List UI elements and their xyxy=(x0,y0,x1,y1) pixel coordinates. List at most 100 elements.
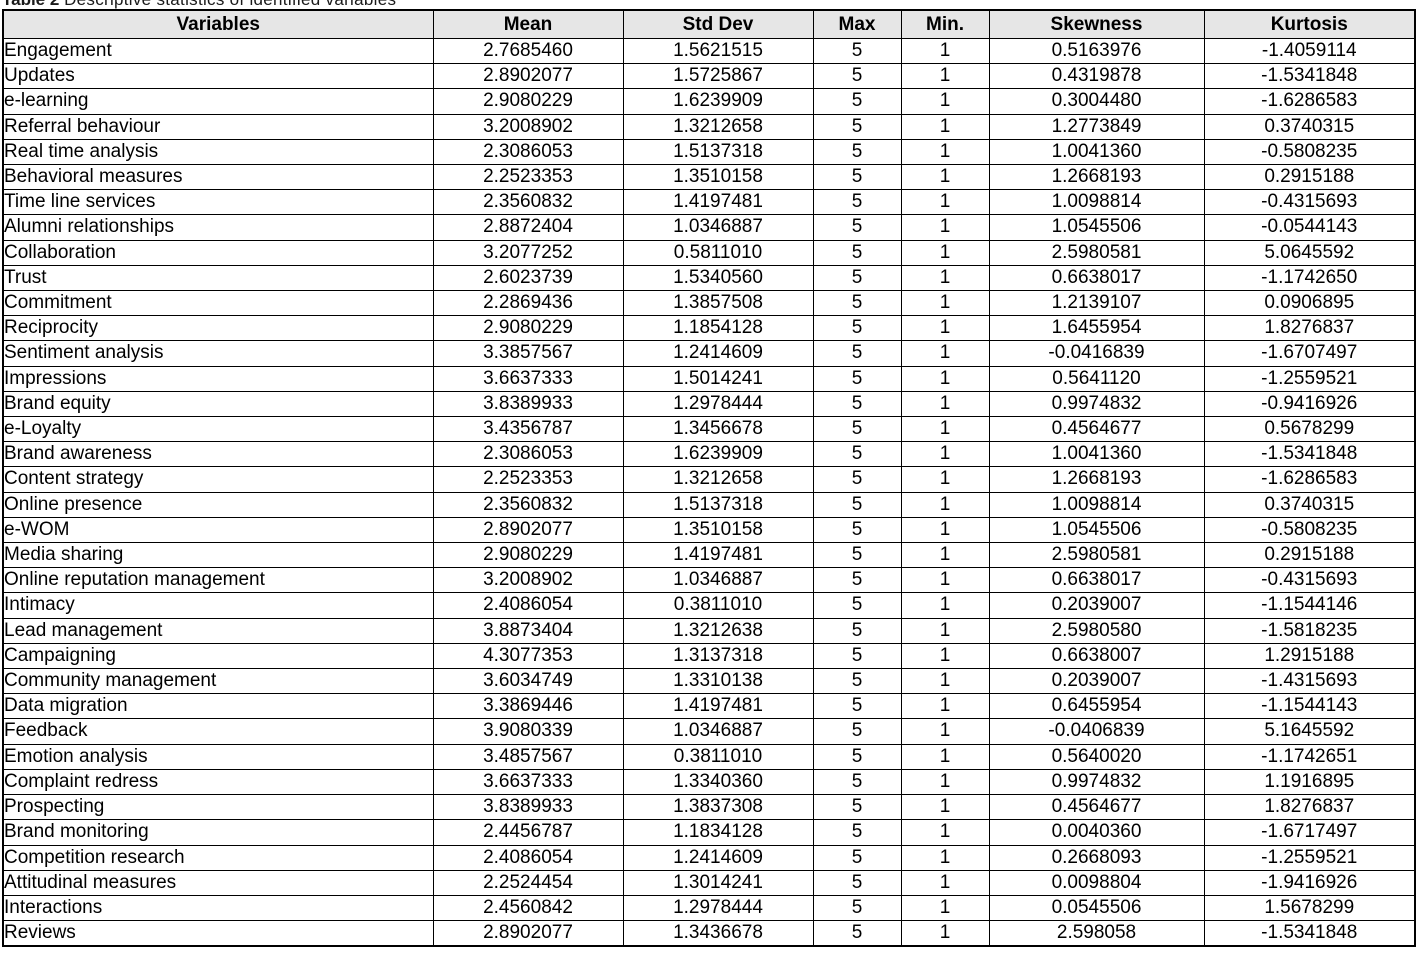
skewness-value: 1.2668193 xyxy=(988,164,1205,191)
skewness-value: 1.0545506 xyxy=(988,516,1205,544)
table-row: Emotion analysis 3.4857567 0.3811010 5 1 0.56… xyxy=(2,743,1416,770)
max-value: 5 xyxy=(812,365,902,392)
kurtosis-value: -0.9416926 xyxy=(1203,390,1416,418)
min-value: 1 xyxy=(900,819,990,846)
max-value: 5 xyxy=(812,920,902,947)
std-dev-value: 1.0346887 xyxy=(622,567,814,594)
skewness-value: 2.5980581 xyxy=(988,542,1205,569)
table-row: Intimacy 2.4086054 0.3811010 5 1 0.2039007 -1.… xyxy=(2,592,1416,619)
table-row: Data migration 3.3869446 1.4197481 5 1 0.6455… xyxy=(2,693,1416,720)
std-dev-value: 1.0346887 xyxy=(622,718,814,745)
min-value: 1 xyxy=(900,88,990,115)
variable-name: Interactions xyxy=(2,894,434,922)
variable-name: Time line services xyxy=(2,189,434,216)
table-row: e-WOM 2.8902077 1.3510158 5 1 1.0545506 -0.580… xyxy=(2,516,1416,544)
std-dev-value: 1.3857508 xyxy=(622,290,814,317)
std-dev-value: 1.3340360 xyxy=(622,768,814,796)
min-value: 1 xyxy=(900,189,990,216)
mean-value: 2.3086053 xyxy=(432,441,624,468)
max-value: 5 xyxy=(812,516,902,544)
max-value: 5 xyxy=(812,894,902,922)
table-row: Campaigning 4.3077353 1.3137318 5 1 0.6638007… xyxy=(2,642,1416,670)
mean-value: 2.4560842 xyxy=(432,894,624,922)
skewness-value: 1.0041360 xyxy=(988,441,1205,468)
column-header-variables: Variables xyxy=(2,9,434,39)
std-dev-value: 1.3436678 xyxy=(622,920,814,947)
table-row: Feedback 3.9080339 1.0346887 5 1 -0.0406839 5.… xyxy=(2,718,1416,745)
min-value: 1 xyxy=(900,794,990,821)
max-value: 5 xyxy=(812,416,902,443)
table-body: Engagement 2.7685460 1.5621515 5 1 0.5163976-… xyxy=(2,37,1416,947)
mean-value: 3.8389933 xyxy=(432,794,624,821)
mean-value: 2.3560832 xyxy=(432,491,624,518)
column-header-skewness: Skewness xyxy=(988,9,1205,39)
variable-name: Content strategy xyxy=(2,466,434,493)
table-row: Online reputation management 3.2008902 1.0… xyxy=(2,567,1416,594)
variable-name: e-WOM xyxy=(2,516,434,544)
skewness-value: 0.9974832 xyxy=(988,768,1205,796)
skewness-value: 0.5640020 xyxy=(988,743,1205,770)
kurtosis-value: -0.4315693 xyxy=(1203,189,1416,216)
variable-name: Sentiment analysis xyxy=(2,340,434,367)
max-value: 5 xyxy=(812,592,902,619)
table-row: Brand equity 3.8389933 1.2978444 5 1 0.997483… xyxy=(2,390,1416,418)
skewness-value: 0.6638017 xyxy=(988,567,1205,594)
max-value: 5 xyxy=(812,819,902,846)
skewness-value: 0.6638007 xyxy=(988,642,1205,670)
skewness-value: 0.2668093 xyxy=(988,844,1205,871)
kurtosis-value: 5.1645592 xyxy=(1203,718,1416,745)
max-value: 5 xyxy=(812,113,902,140)
column-header-min: Min. xyxy=(900,9,990,39)
max-value: 5 xyxy=(812,617,902,644)
variable-name: Reciprocity xyxy=(2,315,434,342)
variable-name: Online reputation management xyxy=(2,567,434,594)
table-row: Media sharing 2.9080229 1.4197481 5 1 2.59805… xyxy=(2,542,1416,569)
max-value: 5 xyxy=(812,290,902,317)
table-row: Brand monitoring 2.4456787 1.1834128 5 1 0.00… xyxy=(2,819,1416,846)
variable-name: e-Loyalty xyxy=(2,416,434,443)
mean-value: 2.2523353 xyxy=(432,466,624,493)
table-row: Alumni relationships 2.8872404 1.0346887 5 1… xyxy=(2,214,1416,241)
std-dev-value: 0.3811010 xyxy=(622,592,814,619)
kurtosis-value: -1.5341848 xyxy=(1203,920,1416,947)
table-caption-label: Table 2 xyxy=(2,0,59,9)
std-dev-value: 1.1834128 xyxy=(622,819,814,846)
table-header-row: Variables Mean Std Dev Max Min. Skewness… xyxy=(2,9,1416,39)
max-value: 5 xyxy=(812,743,902,770)
min-value: 1 xyxy=(900,642,990,670)
kurtosis-value: -1.9416926 xyxy=(1203,869,1416,896)
skewness-value: 1.2773849 xyxy=(988,113,1205,140)
kurtosis-value: 0.2915188 xyxy=(1203,164,1416,191)
mean-value: 2.4456787 xyxy=(432,819,624,846)
min-value: 1 xyxy=(900,920,990,947)
variable-name: e-learning xyxy=(2,88,434,115)
max-value: 5 xyxy=(812,668,902,695)
table-row: Community management 3.6034749 1.3310138 5 1… xyxy=(2,668,1416,695)
skewness-value: -0.0406839 xyxy=(988,718,1205,745)
variable-name: Brand awareness xyxy=(2,441,434,468)
max-value: 5 xyxy=(812,315,902,342)
mean-value: 3.2008902 xyxy=(432,113,624,140)
max-value: 5 xyxy=(812,164,902,191)
skewness-value: 1.0098814 xyxy=(988,491,1205,518)
max-value: 5 xyxy=(812,718,902,745)
mean-value: 3.4857567 xyxy=(432,743,624,770)
skewness-value: -0.0416839 xyxy=(988,340,1205,367)
skewness-value: 0.5641120 xyxy=(988,365,1205,392)
min-value: 1 xyxy=(900,138,990,166)
min-value: 1 xyxy=(900,844,990,871)
variable-name: Emotion analysis xyxy=(2,743,434,770)
max-value: 5 xyxy=(812,264,902,292)
mean-value: 3.9080339 xyxy=(432,718,624,745)
min-value: 1 xyxy=(900,567,990,594)
max-value: 5 xyxy=(812,794,902,821)
min-value: 1 xyxy=(900,441,990,468)
variable-name: Feedback xyxy=(2,718,434,745)
variable-name: Engagement xyxy=(2,37,434,65)
kurtosis-value: -1.2559521 xyxy=(1203,365,1416,392)
mean-value: 2.8902077 xyxy=(432,516,624,544)
table-row: Updates 2.8902077 1.5725867 5 1 0.4319878 -1.5… xyxy=(2,63,1416,90)
kurtosis-value: 1.1916895 xyxy=(1203,768,1416,796)
variable-name: Data migration xyxy=(2,693,434,720)
table-row: Real time analysis 2.3086053 1.5137318 5 1 1.… xyxy=(2,138,1416,166)
